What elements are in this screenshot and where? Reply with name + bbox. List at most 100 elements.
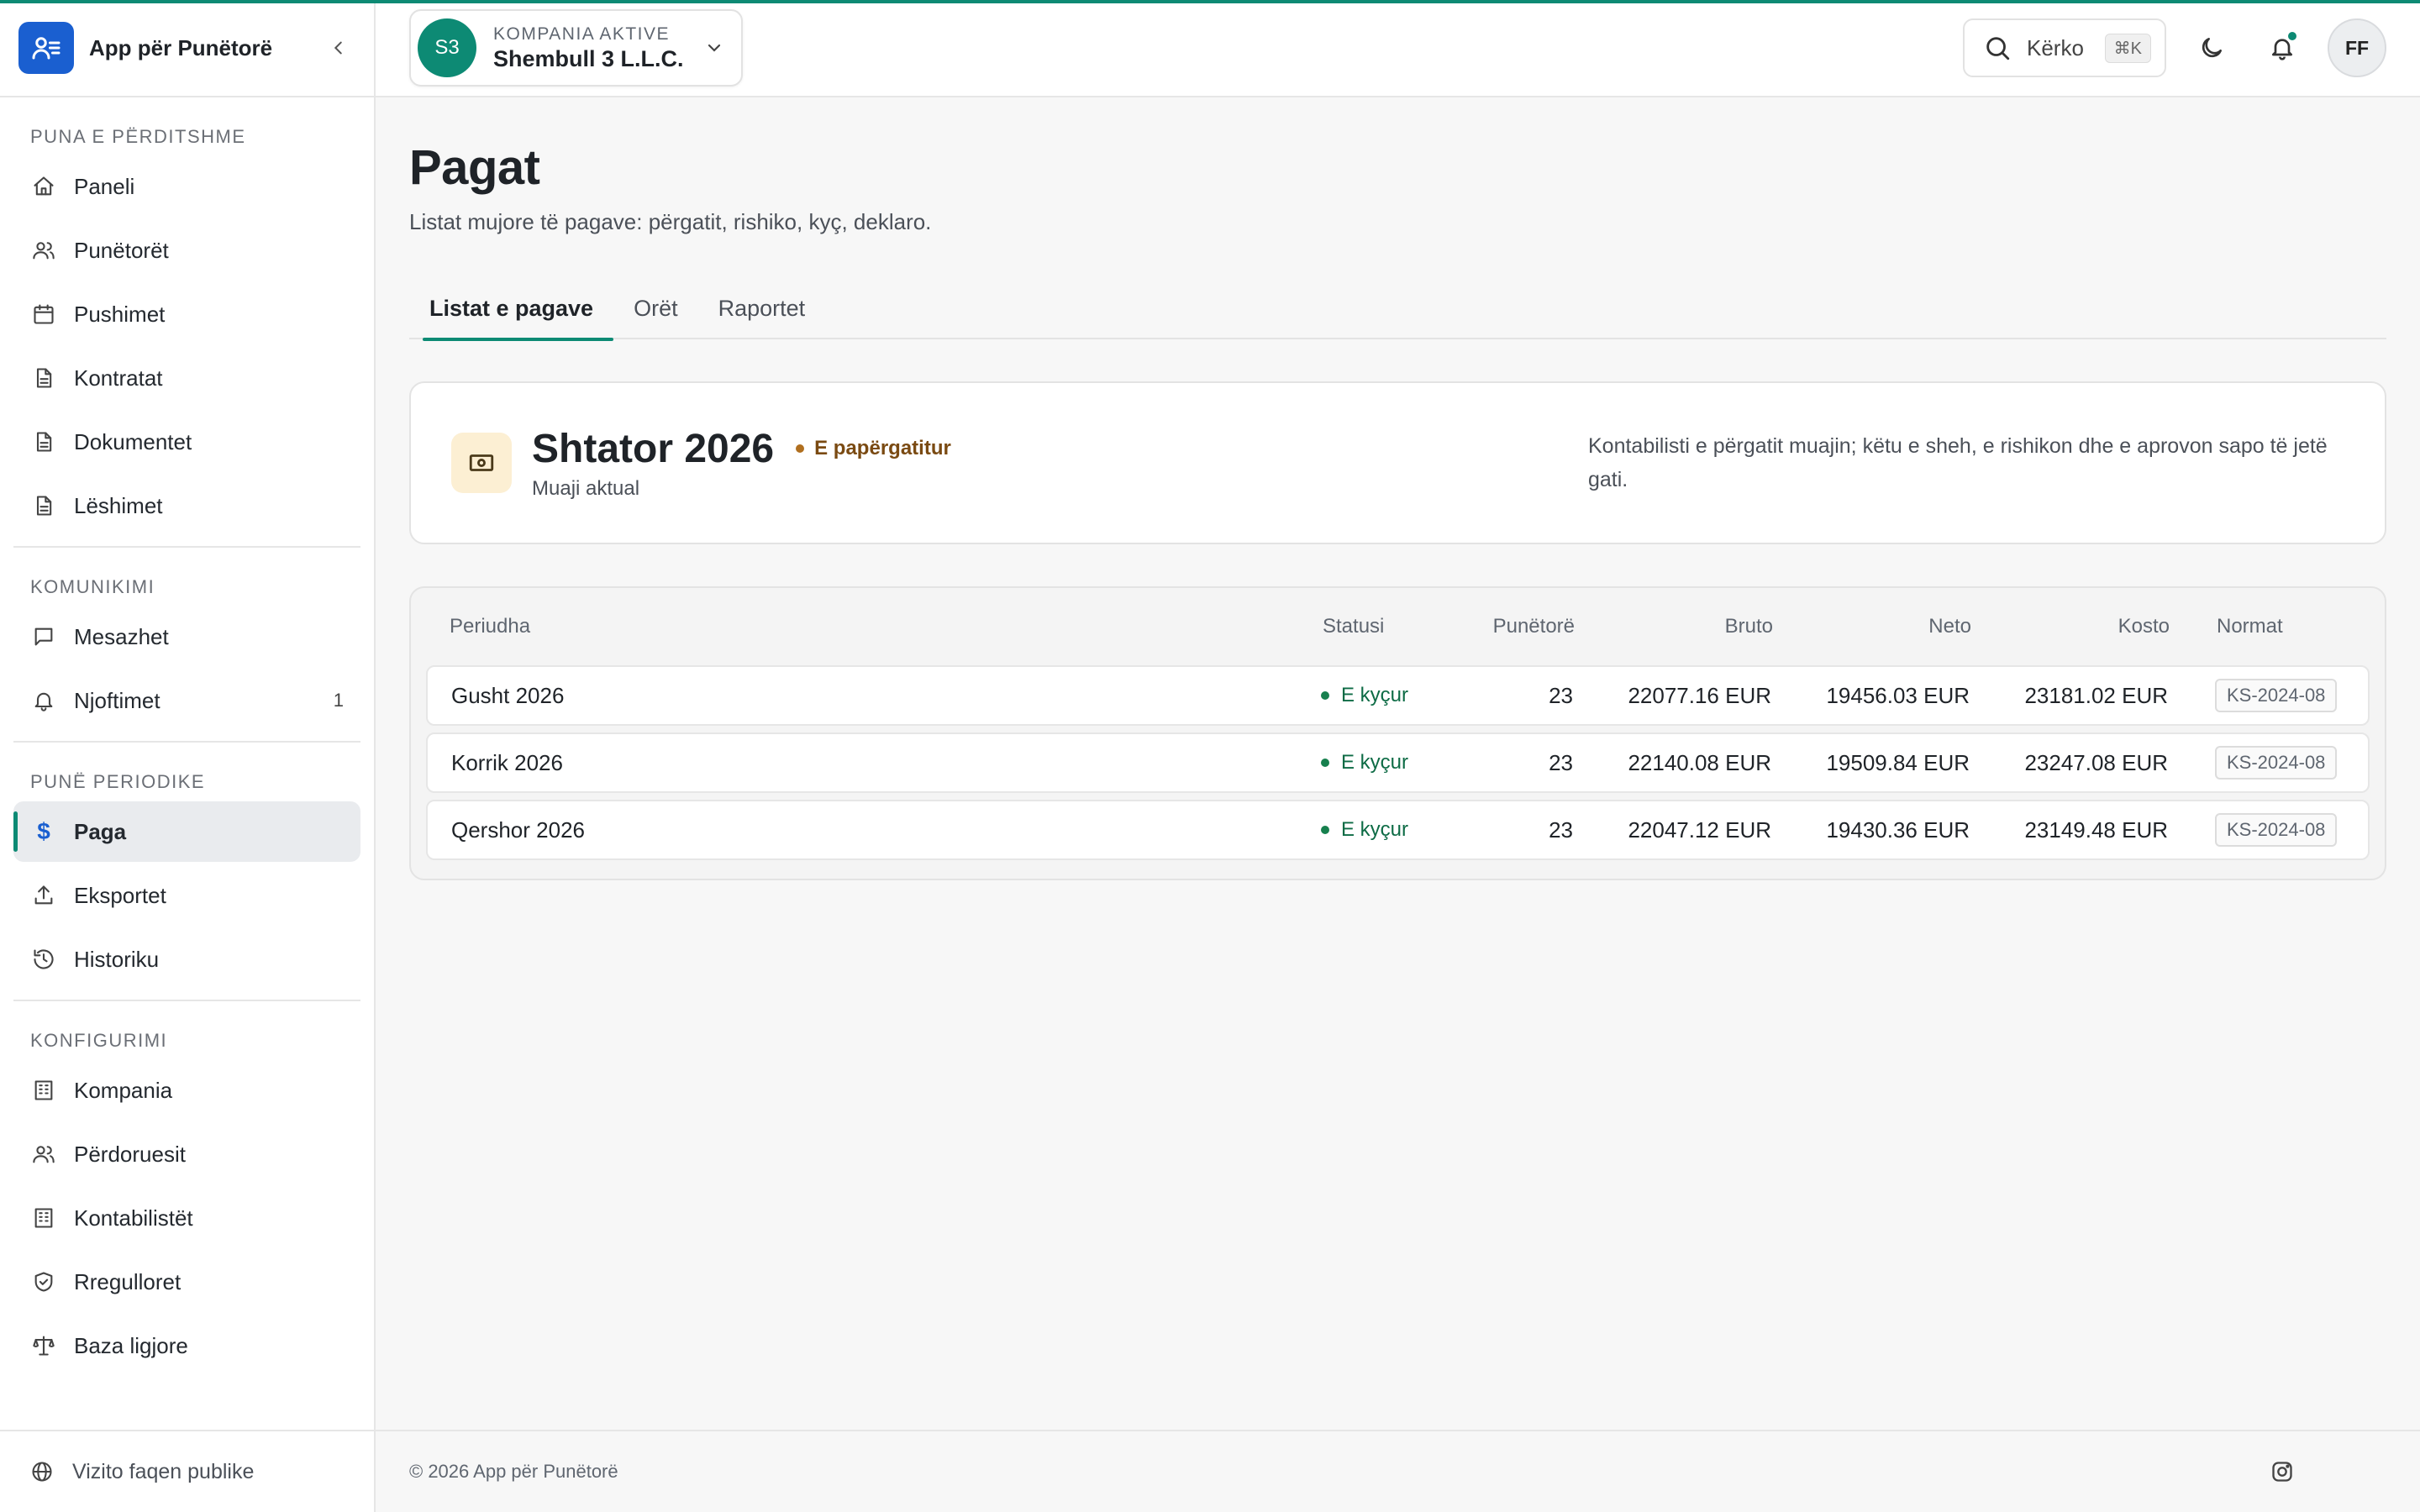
upload-icon xyxy=(30,882,57,909)
nav-section-heading: KOMUNIKIMI xyxy=(30,576,155,597)
sidebar-item-historiku[interactable]: Historiku xyxy=(13,929,360,990)
nav-section-heading: PUNË PERIODIKE xyxy=(30,771,206,792)
sidebar-item-label: Lëshimet xyxy=(74,492,163,518)
company-switcher[interactable]: S3 KOMPANIA AKTIVE Shembull 3 L.L.C. xyxy=(409,9,743,87)
tab-reports[interactable]: Raportet xyxy=(698,277,826,339)
nav-section-puna-e-perditshme: PUNA E PËRDITSHME Paneli Punëtorët Pushimet… xyxy=(0,97,374,546)
search-icon xyxy=(1986,37,2010,60)
table-row[interactable]: Gusht 2026 E kyçur 23 22077.16 EUR 19456… xyxy=(426,665,2370,726)
sidebar-item-label: Paneli xyxy=(74,173,135,199)
sidebar-item-rregulloret[interactable]: Rregulloret xyxy=(13,1252,360,1312)
column-header-gross: Bruto xyxy=(1724,615,1773,638)
column-header-period: Periudha xyxy=(450,615,531,638)
current-month-subtitle: Muaji aktual xyxy=(532,476,640,500)
instagram-link[interactable] xyxy=(2270,1460,2294,1483)
search-shortcut: ⌘K xyxy=(2104,33,2151,63)
dollar-icon: $ xyxy=(37,818,50,844)
cell-status: E kyçur xyxy=(1321,684,1455,707)
sidebar-item-leshimet[interactable]: Lëshimet xyxy=(13,475,360,536)
payroll-table: Periudha Statusi Punëtorë Bruto Neto Kos… xyxy=(409,586,2386,880)
page-footer: © 2026 App për Punëtorë xyxy=(376,1430,2420,1512)
shield-icon xyxy=(30,1268,57,1295)
sidebar-item-eksportet[interactable]: Eksportet xyxy=(13,865,360,926)
sidebar-item-label: Paga xyxy=(74,818,127,844)
column-header-cost: Kosto xyxy=(2118,615,2170,638)
top-bar: S3 KOMPANIA AKTIVE Shembull 3 L.L.C. Kër… xyxy=(376,0,2420,97)
company-label: KOMPANIA AKTIVE xyxy=(493,24,671,44)
home-icon xyxy=(30,173,57,200)
copyright-text: © 2026 App për Punëtorë xyxy=(409,1461,618,1482)
company-avatar: S3 xyxy=(418,18,476,77)
visit-public-page-link[interactable]: Vizito faqen publike xyxy=(0,1430,374,1512)
sidebar-item-label: Baza ligjore xyxy=(74,1332,188,1358)
history-icon xyxy=(30,946,57,973)
sidebar-item-label: Mesazhet xyxy=(74,623,169,649)
current-month-title: Shtator 2026 xyxy=(532,426,775,471)
status-label: E kyçur xyxy=(1341,751,1409,774)
visit-public-page-label: Vizito faqen publike xyxy=(72,1459,255,1483)
sidebar-item-label: Pushimet xyxy=(74,301,166,327)
user-avatar[interactable]: FF xyxy=(2328,18,2386,77)
search-label: Kërko xyxy=(2027,34,2084,60)
cell-gross: 22047.12 EUR xyxy=(1628,816,1771,843)
status-dot xyxy=(1321,826,1329,834)
sidebar-item-dokumentet[interactable]: Dokumentet xyxy=(13,412,360,472)
sidebar-item-njoftimet[interactable]: Njoftimet 1 xyxy=(13,670,360,731)
cell-net: 19509.84 EUR xyxy=(1826,749,1970,775)
cell-period: Korrik 2026 xyxy=(451,749,563,775)
notifications-button[interactable] xyxy=(2257,23,2307,73)
nav-section-heading: KONFIGURIMI xyxy=(30,1030,168,1051)
sidebar-item-label: Kontabilistët xyxy=(74,1205,193,1231)
moon-icon xyxy=(2202,38,2222,58)
norm-badge: KS-2024-08 xyxy=(2215,679,2338,712)
sidebar-item-baza-ligjore[interactable]: Baza ligjore xyxy=(13,1315,360,1376)
cell-norms: KS-2024-08 xyxy=(2168,679,2344,712)
top-accent-stripe xyxy=(0,0,2420,3)
app-logo-icon[interactable] xyxy=(18,22,74,74)
cell-cost: 23247.08 EUR xyxy=(2024,749,2168,775)
cell-gross: 22140.08 EUR xyxy=(1628,749,1771,775)
status-dot xyxy=(1321,691,1329,700)
sidebar-item-kontabilistet[interactable]: Kontabilistët xyxy=(13,1188,360,1248)
current-month-note: Kontabilisti e përgatit muajin; këtu e s… xyxy=(1588,434,2328,491)
status-dot xyxy=(1321,759,1329,767)
tab-hours[interactable]: Orët xyxy=(613,277,698,339)
tab-payroll-lists[interactable]: Listat e pagave xyxy=(409,277,614,341)
cell-status: E kyçur xyxy=(1321,818,1455,842)
column-header-employees: Punëtorë xyxy=(1492,615,1575,638)
column-header-norms: Normat xyxy=(2217,615,2283,638)
document-icon xyxy=(30,428,57,455)
sidebar-item-paneli[interactable]: Paneli xyxy=(13,156,360,217)
message-icon xyxy=(30,623,57,650)
sidebar-item-paga[interactable]: $ Paga xyxy=(13,801,360,862)
sidebar-item-perdoruesit[interactable]: Përdoruesit xyxy=(13,1124,360,1184)
status-label: E kyçur xyxy=(1341,818,1409,841)
sidebar-item-pushimet[interactable]: Pushimet xyxy=(13,284,360,344)
nav-section-komunikimi: KOMUNIKIMI Mesazhet Njoftimet 1 xyxy=(13,546,360,741)
cell-cost: 23181.02 EUR xyxy=(2024,682,2168,708)
sidebar-item-punetoret[interactable]: Punëtorët xyxy=(13,220,360,281)
page-title: Pagat xyxy=(409,140,540,195)
sidebar-item-mesazhet[interactable]: Mesazhet xyxy=(13,606,360,667)
document-icon xyxy=(30,365,57,391)
theme-toggle-button[interactable] xyxy=(2186,23,2237,73)
cell-norms: KS-2024-08 xyxy=(2168,746,2344,780)
norm-badge: KS-2024-08 xyxy=(2215,746,2338,780)
document-icon xyxy=(30,492,57,519)
sidebar-item-label: Punëtorët xyxy=(74,237,169,263)
table-row[interactable]: Korrik 2026 E kyçur 23 22140.08 EUR 1950… xyxy=(426,732,2370,793)
collapse-sidebar-button[interactable] xyxy=(322,31,355,65)
table-row[interactable]: Qershor 2026 E kyçur 23 22047.12 EUR 194… xyxy=(426,800,2370,860)
sidebar-item-label: Kompania xyxy=(74,1077,173,1103)
notification-count: 1 xyxy=(333,690,344,711)
sidebar-item-label: Eksportet xyxy=(74,882,166,908)
column-header-status: Statusi xyxy=(1323,615,1385,638)
building-icon xyxy=(30,1077,57,1104)
sidebar-item-kompania[interactable]: Kompania xyxy=(13,1060,360,1121)
search-button[interactable]: Kërko ⌘K xyxy=(1963,18,2166,77)
sidebar-item-kontratat[interactable]: Kontratat xyxy=(13,348,360,408)
column-header-net: Neto xyxy=(1928,615,1971,638)
status-label: E kyçur xyxy=(1341,684,1409,706)
chevron-left-icon xyxy=(334,41,342,55)
status-badge: E papërgatitur xyxy=(796,437,951,460)
